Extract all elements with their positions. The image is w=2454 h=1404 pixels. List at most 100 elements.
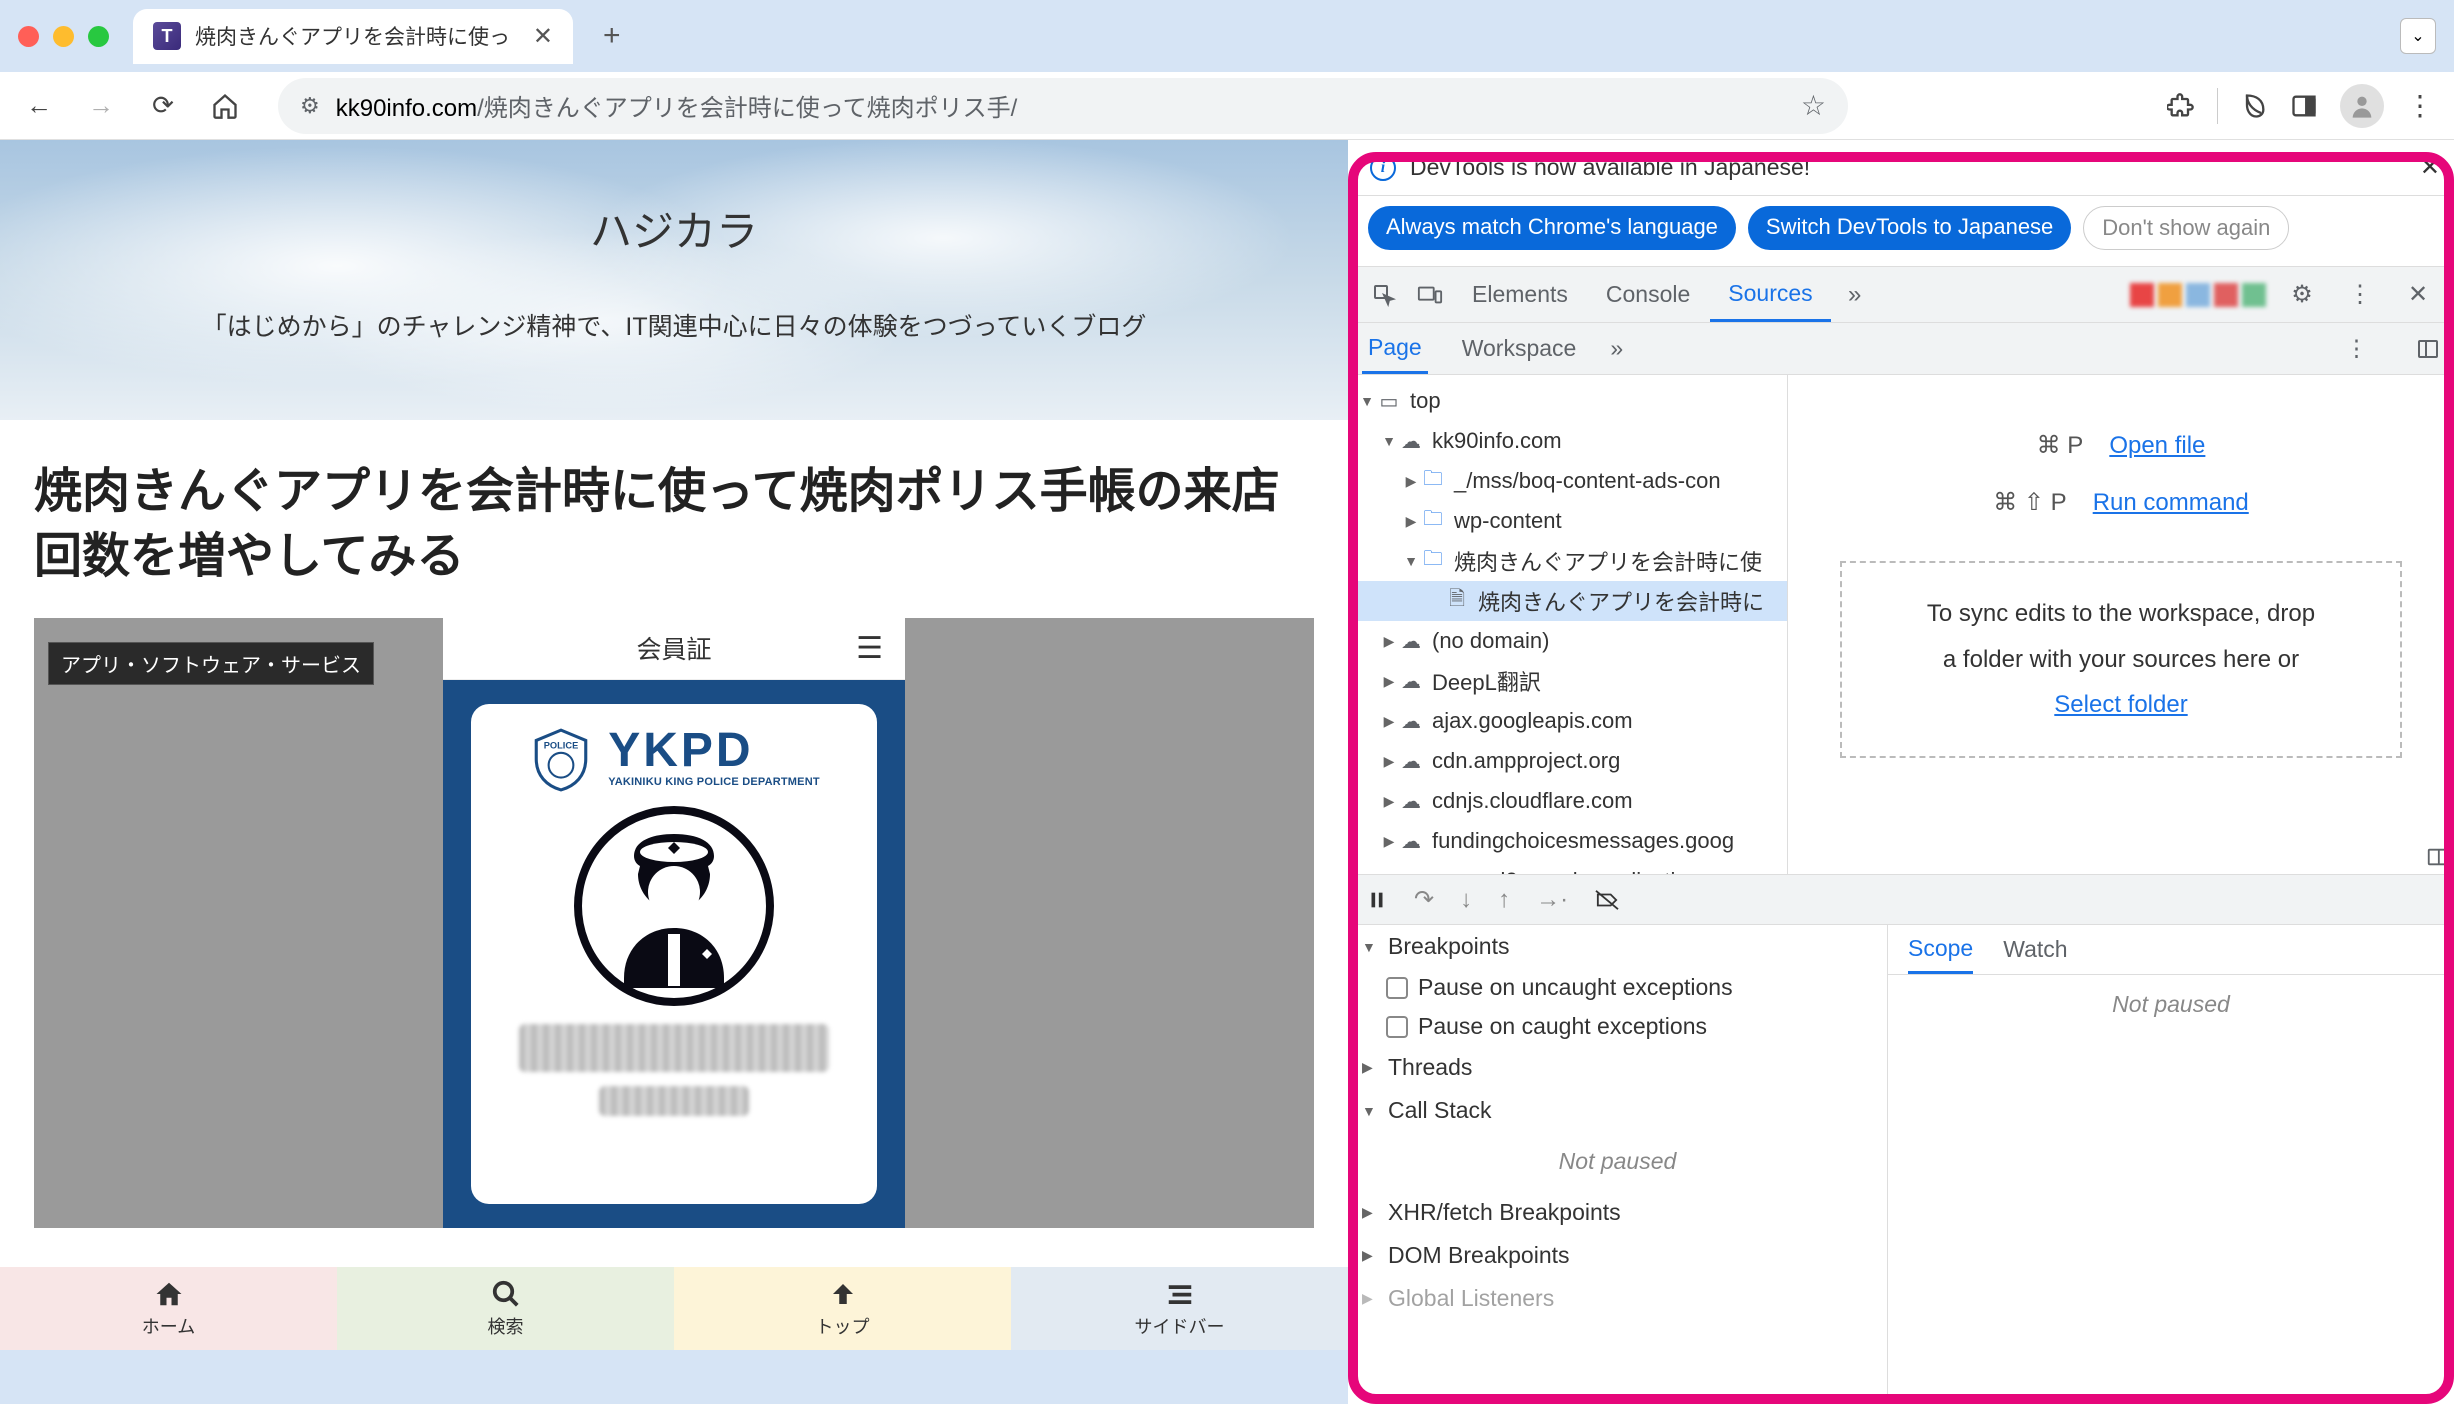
- switch-japanese-button[interactable]: Switch DevTools to Japanese: [1748, 206, 2071, 250]
- tab-list-chevron-icon[interactable]: ⌄: [2400, 18, 2436, 54]
- section-threads[interactable]: ▶Threads: [1348, 1046, 1887, 1089]
- pause-caught-checkbox[interactable]: Pause on caught exceptions: [1348, 1007, 1887, 1046]
- gear-icon[interactable]: ⚙: [2280, 280, 2324, 309]
- site-info-icon[interactable]: ⚙: [300, 93, 320, 119]
- deactivate-breakpoints-icon[interactable]: [1594, 889, 1620, 911]
- tab-scope[interactable]: Scope: [1908, 925, 1973, 974]
- site-tagline: 「はじめから」のチャレンジ精神で、IT関連中心に日々の体験をつづっていくブログ: [202, 307, 1147, 343]
- tab-elements[interactable]: Elements: [1454, 267, 1586, 322]
- more-subtabs-icon[interactable]: »: [1610, 335, 1623, 362]
- sources-mainpane: ⌘ POpen file ⌘ ⇧ PRun command To sync ed…: [1788, 375, 2454, 874]
- device-toggle-icon[interactable]: [1408, 283, 1452, 307]
- step-into-icon[interactable]: ↓: [1460, 886, 1472, 914]
- tree-folder[interactable]: 焼肉きんぐアプリを会計時に使: [1454, 545, 1762, 577]
- tree-folder[interactable]: _/mss/boq-content-ads-con: [1454, 468, 1721, 494]
- section-global-listeners[interactable]: ▶Global Listeners: [1348, 1277, 1887, 1320]
- select-folder-link[interactable]: Select folder: [2054, 691, 2187, 718]
- tree-file[interactable]: 焼肉きんぐアプリを会計時に: [1478, 585, 1764, 617]
- address-bar[interactable]: ⚙ kk90info.com/焼肉きんぐアプリを会計時に使って焼肉ポリス手/ ☆: [278, 78, 1848, 134]
- reload-button[interactable]: ⟳: [144, 87, 182, 125]
- scope-watch-tabs: Scope Watch: [1888, 925, 2454, 975]
- section-xhr-breakpoints[interactable]: ▶XHR/fetch Breakpoints: [1348, 1191, 1887, 1234]
- infobar-close-icon[interactable]: ✕: [2420, 153, 2440, 182]
- window-controls: [18, 26, 109, 47]
- dont-show-button[interactable]: Don't show again: [2083, 206, 2289, 250]
- tree-item[interactable]: DeepL翻訳: [1432, 665, 1541, 697]
- kebab-icon[interactable]: ⋮: [2338, 280, 2382, 309]
- site-name[interactable]: ハジカラ: [590, 198, 758, 259]
- bottomnav-search[interactable]: 検索: [337, 1267, 674, 1350]
- dock-icon[interactable]: [2426, 846, 2448, 868]
- tab-console[interactable]: Console: [1588, 267, 1708, 322]
- divider: [2217, 88, 2218, 124]
- tree-item[interactable]: pagead2.googlesyndication.co: [1432, 868, 1729, 874]
- phone-header: 会員証 ☰: [443, 618, 905, 680]
- tree-item[interactable]: ajax.googleapis.com: [1432, 708, 1633, 734]
- ykpd-logo-text: YKPD: [608, 729, 820, 772]
- home-button[interactable]: [206, 87, 244, 125]
- open-file-link[interactable]: Open file: [2109, 432, 2205, 460]
- phone-title: 会員証: [636, 630, 711, 666]
- pause-icon[interactable]: [1366, 889, 1388, 911]
- more-tabs-icon[interactable]: »: [1833, 281, 1877, 309]
- step-out-icon[interactable]: ↑: [1498, 886, 1510, 914]
- cloud-icon: ☁: [1398, 789, 1424, 814]
- toggle-navigator-icon[interactable]: [2416, 337, 2440, 361]
- category-badge[interactable]: アプリ・ソフトウェア・サービス: [48, 642, 374, 685]
- pause-uncaught-checkbox[interactable]: Pause on uncaught exceptions: [1348, 968, 1887, 1007]
- tab-watch[interactable]: Watch: [2003, 925, 2067, 974]
- bottomnav-top[interactable]: トップ: [674, 1267, 1011, 1350]
- bookmark-star-icon[interactable]: ☆: [1801, 89, 1826, 122]
- bottomnav-sidebar[interactable]: サイドバー: [1011, 1267, 1348, 1350]
- url-text: kk90info.com/焼肉きんぐアプリを会計時に使って焼肉ポリス手/: [336, 88, 1785, 123]
- subtab-workspace[interactable]: Workspace: [1456, 323, 1583, 374]
- minimize-window-button[interactable]: [53, 26, 74, 47]
- section-callstack[interactable]: ▼Call Stack: [1348, 1089, 1887, 1132]
- workspace-dropzone[interactable]: To sync edits to the workspace, drop a f…: [1840, 561, 2401, 758]
- bottomnav-home[interactable]: ホーム: [0, 1267, 337, 1350]
- sidepanel-icon[interactable]: [2290, 92, 2318, 120]
- dropzone-text: a folder with your sources here or: [1882, 637, 2359, 683]
- maximize-window-button[interactable]: [88, 26, 109, 47]
- tab-sources[interactable]: Sources: [1710, 267, 1830, 322]
- step-over-icon[interactable]: ↷: [1414, 885, 1434, 914]
- close-window-button[interactable]: [18, 26, 39, 47]
- language-pill-row: Always match Chrome's language Switch De…: [1348, 196, 2454, 267]
- forward-button[interactable]: →: [82, 87, 120, 125]
- tree-domain[interactable]: kk90info.com: [1432, 428, 1562, 454]
- tree-item[interactable]: (no domain): [1432, 628, 1549, 654]
- kebab-menu-icon[interactable]: ⋮: [2406, 89, 2434, 122]
- browser-tab[interactable]: T 焼肉きんぐアプリを会計時に使っ ✕: [133, 9, 573, 64]
- section-breakpoints[interactable]: ▼Breakpoints: [1348, 925, 1887, 968]
- leaf-icon[interactable]: [2240, 92, 2268, 120]
- back-button[interactable]: ←: [20, 87, 58, 125]
- cloud-icon: ☁: [1398, 709, 1424, 734]
- home-icon: [154, 1279, 184, 1309]
- blurred-id: [599, 1086, 749, 1116]
- inspect-icon[interactable]: [1362, 283, 1406, 307]
- tree-item[interactable]: fundingchoicesmessages.goog: [1432, 828, 1734, 854]
- file-tree[interactable]: ▼▭top ▼☁kk90info.com ▶🗀_/mss/boq-content…: [1348, 375, 1788, 874]
- run-command-link[interactable]: Run command: [2093, 489, 2249, 517]
- devtools-tabs: Elements Console Sources » ⚙ ⋮ ✕: [1348, 267, 2454, 323]
- new-tab-button[interactable]: +: [603, 19, 621, 53]
- step-icon[interactable]: →·: [1536, 886, 1568, 914]
- ykpd-subtitle: YAKINIKU KING POLICE DEPARTMENT: [608, 776, 820, 788]
- subtab-kebab-icon[interactable]: ⋮: [2345, 335, 2368, 362]
- close-tab-icon[interactable]: ✕: [533, 22, 553, 51]
- hamburger-icon: ☰: [856, 631, 883, 666]
- search-icon: [491, 1279, 521, 1309]
- bottomnav-label: サイドバー: [1135, 1313, 1225, 1339]
- tree-item[interactable]: cdn.ampproject.org: [1432, 748, 1620, 774]
- profile-avatar[interactable]: [2340, 84, 2384, 128]
- extensions-icon[interactable]: [2167, 92, 2195, 120]
- tree-top[interactable]: top: [1410, 388, 1441, 414]
- bottom-nav: ホーム 検索 トップ サイドバー: [0, 1266, 1348, 1350]
- close-devtools-icon[interactable]: ✕: [2396, 280, 2440, 309]
- always-match-button[interactable]: Always match Chrome's language: [1368, 206, 1736, 250]
- section-dom-breakpoints[interactable]: ▶DOM Breakpoints: [1348, 1234, 1887, 1277]
- tree-item[interactable]: cdnjs.cloudflare.com: [1432, 788, 1633, 814]
- subtab-page[interactable]: Page: [1362, 323, 1428, 374]
- tree-folder[interactable]: wp-content: [1454, 508, 1562, 534]
- debugger-right-panel: Scope Watch Not paused: [1888, 925, 2454, 1404]
